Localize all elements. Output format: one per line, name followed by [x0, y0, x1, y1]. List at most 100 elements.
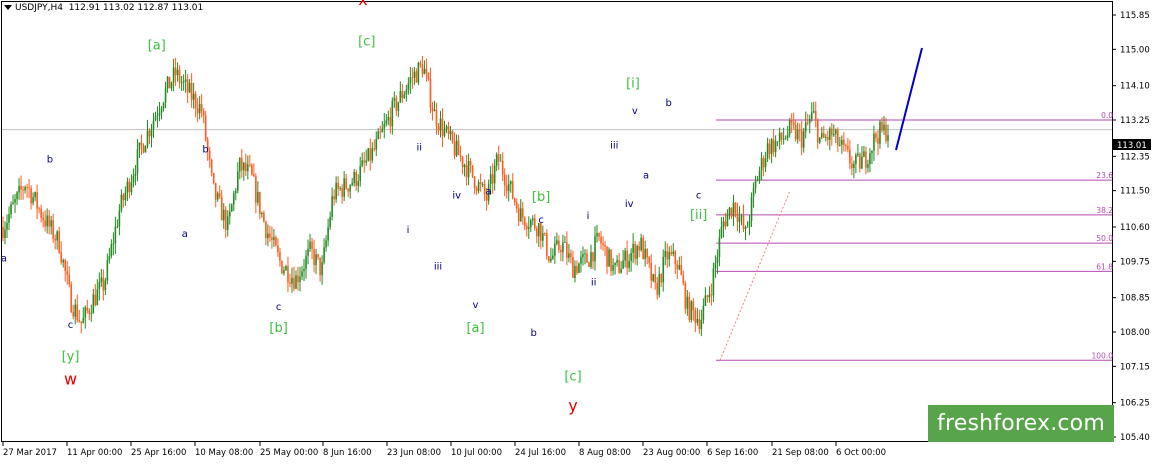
candle-body	[194, 93, 197, 109]
wave-label-navy: v	[473, 300, 479, 311]
candle-body	[646, 249, 648, 258]
candle-body	[554, 243, 556, 256]
candle-body	[309, 241, 311, 249]
candle-body	[38, 208, 40, 210]
candle-body	[692, 301, 695, 311]
candle-body	[367, 148, 370, 161]
candle-body	[702, 305, 705, 320]
candle-body	[323, 247, 325, 263]
candle-body	[48, 215, 50, 227]
candle-body	[780, 132, 783, 140]
current-price-tag-text: 113.01	[1117, 141, 1147, 151]
candle-body	[690, 301, 693, 320]
candle-body	[435, 109, 438, 127]
candle-body	[716, 256, 719, 264]
candle-body	[86, 307, 89, 311]
candle-body	[150, 129, 153, 137]
candle-body	[822, 133, 825, 138]
candle-body	[696, 318, 699, 323]
candle-body	[853, 163, 855, 169]
candle-body	[796, 129, 799, 140]
candle-body	[265, 221, 267, 239]
time-tick-label: 23 Jun 08:00	[387, 448, 441, 458]
candle-body	[439, 118, 442, 131]
candle-body	[877, 138, 879, 144]
candle-body	[873, 133, 875, 151]
candle-body	[234, 190, 237, 194]
price-tick-label: 115.85	[1120, 11, 1150, 21]
candle-body	[76, 304, 79, 321]
candle-body	[740, 215, 743, 217]
candle-body	[845, 145, 847, 146]
wave-label-navy: b	[47, 154, 53, 165]
candle-body	[331, 196, 333, 218]
candle-body	[861, 156, 863, 169]
time-tick-label: 6 Sep 16:00	[707, 448, 758, 458]
candle-body	[804, 122, 807, 132]
candle-body	[220, 197, 223, 221]
candle-body	[784, 137, 787, 139]
wave-label-navy: c	[696, 191, 702, 202]
collapse-triangle-icon[interactable]	[4, 5, 12, 10]
candle-body	[343, 178, 345, 197]
candle-body	[383, 124, 386, 129]
candle-body	[4, 229, 6, 239]
time-tick-label: 23 Aug 00:00	[643, 448, 700, 458]
price-tick-label: 115.00	[1120, 45, 1150, 55]
candle-body	[552, 255, 554, 259]
candle-body	[20, 185, 22, 190]
candle-body	[253, 174, 255, 177]
candle-body	[847, 145, 849, 150]
candle-body	[259, 192, 261, 215]
candle-body	[451, 131, 454, 142]
candle-body	[54, 238, 56, 241]
candle-body	[686, 296, 689, 309]
candle-body	[849, 149, 851, 164]
candle-body	[325, 240, 327, 248]
price-tick-label: 108.85	[1120, 294, 1150, 304]
wave-label-navy: ii	[416, 142, 422, 153]
symbol-label: USDJPY,H4	[15, 3, 63, 13]
candle-body	[863, 151, 865, 157]
candle-body	[582, 254, 584, 258]
candle-body	[327, 227, 329, 241]
candle-body	[710, 294, 713, 296]
wave-label-navy: i	[587, 211, 590, 222]
candle-body	[788, 120, 791, 135]
candle-body	[255, 176, 257, 203]
candle-body	[566, 242, 568, 258]
candle-body	[839, 144, 841, 146]
candle-body	[243, 162, 245, 171]
candle-body	[156, 115, 159, 117]
candle-body	[720, 226, 723, 238]
candle-body	[764, 158, 767, 168]
time-tick-label: 25 May 00:00	[260, 448, 318, 458]
candle-body	[475, 188, 478, 191]
candle-body	[196, 108, 199, 114]
candle-body	[778, 132, 781, 142]
candle-body	[772, 139, 775, 153]
candle-body	[481, 184, 484, 185]
candle-body	[192, 93, 195, 100]
candle-body	[317, 254, 319, 258]
candle-body	[224, 209, 227, 230]
candle-body	[479, 182, 482, 185]
candle-body	[612, 265, 614, 271]
candle-body	[680, 265, 683, 276]
candle-body	[674, 251, 677, 265]
candle-body	[534, 218, 536, 229]
candle-body	[445, 126, 448, 129]
time-tick-label: 8 Jun 16:00	[323, 448, 372, 458]
candle-body	[736, 212, 739, 222]
candle-body	[257, 192, 259, 203]
candle-body	[90, 313, 93, 315]
wave-label-navy: a	[1, 253, 7, 264]
candle-body	[527, 227, 530, 230]
candle-body	[658, 274, 661, 295]
wave-label-green: [i]	[626, 77, 640, 92]
candle-body	[881, 121, 883, 131]
candle-body	[883, 124, 885, 131]
candle-body	[283, 270, 285, 274]
candle-body	[365, 160, 368, 163]
price-tick-label: 108.00	[1120, 328, 1150, 338]
